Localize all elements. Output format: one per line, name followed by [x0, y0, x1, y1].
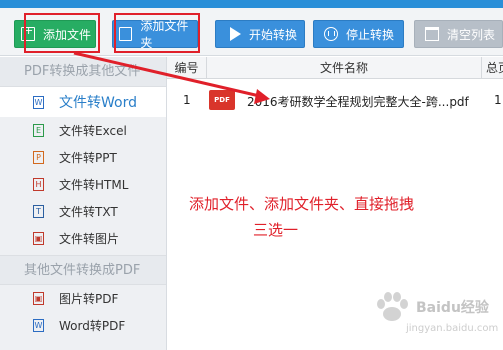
arrow-line — [73, 51, 265, 99]
arrow-head — [254, 89, 270, 104]
baidu-logo-text: Baidu经验 — [416, 300, 489, 316]
baidu-url-text: jingyan.baidu.com — [406, 323, 499, 334]
annotation-text-line1: 添加文件、添加文件夹、直接拖拽 — [189, 195, 415, 213]
annotation-text-line2: 三选一 — [253, 221, 299, 239]
baidu-paw-icon — [377, 292, 408, 321]
baidu-watermark: Baidu经验 jingyan.baidu.com — [372, 289, 499, 345]
